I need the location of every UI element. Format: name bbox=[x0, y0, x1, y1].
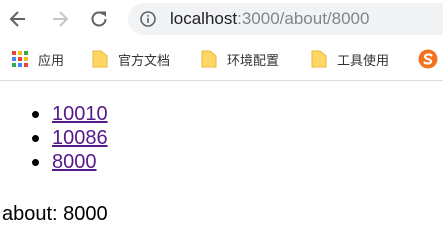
folder-icon bbox=[92, 50, 108, 68]
link-10086[interactable]: 10086 bbox=[52, 127, 108, 149]
browser-window: localhost:3000/about/8000 应用 官方文档 环境配置 工… bbox=[0, 0, 443, 235]
s-logo-icon bbox=[418, 49, 438, 69]
url-host: localhost bbox=[170, 9, 238, 28]
link-8000[interactable]: 8000 bbox=[52, 151, 97, 173]
bullet-icon bbox=[32, 159, 39, 166]
bookmark-folder-tools[interactable]: 工具使用 bbox=[311, 49, 389, 69]
reload-button[interactable] bbox=[87, 7, 111, 31]
list-item: 10086 bbox=[32, 126, 108, 150]
bookmark-folder-env[interactable]: 环境配置 bbox=[201, 49, 279, 69]
bullet-icon bbox=[32, 135, 39, 142]
link-10010[interactable]: 10010 bbox=[52, 103, 108, 125]
apps-grid-icon bbox=[12, 51, 28, 67]
arrow-left-icon bbox=[9, 11, 25, 27]
bookmark-label: 应用 bbox=[38, 53, 65, 69]
address-bar[interactable]: localhost:3000/about/8000 bbox=[128, 3, 443, 35]
bullet-icon bbox=[32, 111, 39, 118]
url-path: :3000/about/8000 bbox=[237, 9, 370, 28]
about-text: about: 8000 bbox=[2, 203, 108, 225]
info-icon[interactable] bbox=[140, 11, 156, 27]
bookmark-label: 环境配置 bbox=[227, 53, 280, 69]
folder-icon bbox=[201, 50, 217, 68]
bookmark-label: 官方文档 bbox=[118, 53, 171, 69]
page-content: 10010 10086 8000 about: 8000 bbox=[0, 81, 443, 235]
bookmark-apps[interactable]: 应用 bbox=[12, 49, 64, 69]
bookmarks-bar: 应用 官方文档 环境配置 工具使用 bbox=[0, 42, 443, 76]
arrow-right-icon bbox=[53, 11, 69, 27]
reload-icon bbox=[91, 11, 107, 27]
link-list: 10010 10086 8000 bbox=[0, 102, 108, 174]
folder-icon bbox=[311, 50, 327, 68]
list-item: 10010 bbox=[32, 102, 108, 126]
list-item: 8000 bbox=[32, 150, 108, 174]
bookmark-folder-docs[interactable]: 官方文档 bbox=[92, 49, 170, 69]
back-button[interactable] bbox=[6, 7, 30, 31]
url-text[interactable]: localhost:3000/about/8000 bbox=[170, 9, 369, 29]
forward-button[interactable] bbox=[48, 7, 72, 31]
bookmark-label: 工具使用 bbox=[337, 53, 390, 69]
browser-toolbar: localhost:3000/about/8000 bbox=[0, 0, 443, 38]
bookmark-s-logo[interactable] bbox=[418, 49, 438, 69]
